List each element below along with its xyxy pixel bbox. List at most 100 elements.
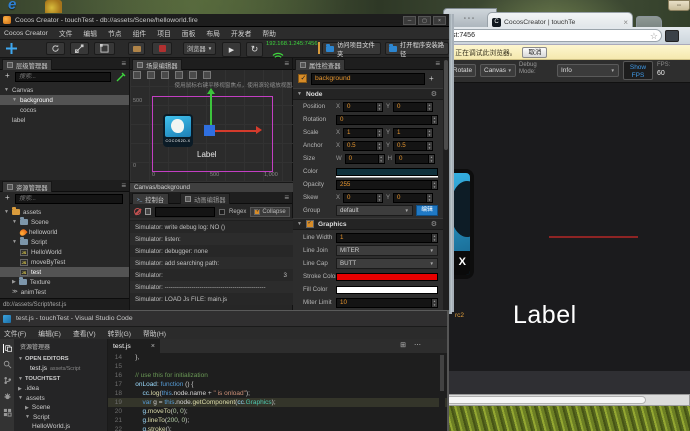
- tree-row[interactable]: HelloWorld.js: [14, 422, 107, 431]
- expand-arrow-icon[interactable]: ▼: [4, 209, 9, 215]
- scale-tool-button[interactable]: [70, 42, 89, 55]
- record-toggle-button[interactable]: [152, 42, 172, 55]
- tab-close-icon[interactable]: ×: [623, 18, 628, 27]
- miter-limit-field[interactable]: 10 ▲ ▼: [336, 297, 438, 308]
- tree-row[interactable]: JS moveByTest: [0, 257, 129, 267]
- expand-arrow-icon[interactable]: ▼: [4, 87, 9, 93]
- cocos-menu-item[interactable]: 节点: [108, 28, 122, 38]
- panel-menu-icon[interactable]: ≡: [284, 193, 289, 202]
- stepper-icon[interactable]: ▲ ▼: [426, 128, 433, 137]
- show-fps-button[interactable]: Show FPS: [623, 61, 653, 80]
- stepper-icon[interactable]: ▲ ▼: [377, 154, 384, 163]
- stepper-icon[interactable]: ▲ ▼: [426, 102, 433, 111]
- skew-x-field[interactable]: 0 ▲ ▼: [343, 192, 384, 203]
- size-h-field[interactable]: 0 ▲ ▼: [395, 153, 436, 164]
- more-actions-icon[interactable]: ⋯: [414, 341, 421, 349]
- gizmo-origin-handle[interactable]: [204, 125, 215, 136]
- collapse-checkbox[interactable]: [254, 208, 260, 215]
- stepper-icon[interactable]: ▲ ▼: [376, 141, 383, 150]
- close-button[interactable]: ×: [433, 16, 446, 25]
- debug-icon[interactable]: [3, 392, 12, 401]
- graphics-section-header[interactable]: ▼ Graphics ⚙: [293, 218, 443, 230]
- extensions-icon[interactable]: [3, 408, 12, 417]
- tree-row[interactable]: ▶ Scene: [14, 403, 107, 413]
- log-row[interactable]: Simulator: add searching path:: [130, 257, 293, 269]
- gizmo-x-axis[interactable]: [214, 130, 256, 132]
- assets-search-input[interactable]: [15, 194, 123, 204]
- regex-checkbox[interactable]: [219, 208, 225, 215]
- panel-menu-icon[interactable]: ≡: [121, 181, 126, 190]
- size-w-field[interactable]: 0 ▲ ▼: [344, 153, 385, 164]
- tree-row[interactable]: ▼ Canvas: [0, 85, 129, 95]
- stepper-icon[interactable]: ▲ ▼: [431, 180, 437, 189]
- tree-row[interactable]: ▶ .idea: [14, 384, 107, 394]
- code-line[interactable]: 16 // use this for initialization: [108, 371, 447, 380]
- log-row[interactable]: Simulator: write debug log: NO (): [130, 221, 293, 233]
- cocos-menu-item[interactable]: 开发者: [231, 28, 251, 38]
- gear-icon[interactable]: ⚙: [431, 90, 437, 98]
- editor-scrollbar[interactable]: [439, 353, 445, 431]
- expand-arrow-icon[interactable]: ▼: [297, 221, 302, 227]
- cocos-menu-item[interactable]: 编辑: [83, 28, 97, 38]
- node-active-checkbox[interactable]: [298, 74, 307, 83]
- opacity-field[interactable]: 255 ▲ ▼: [336, 179, 438, 190]
- refresh-button[interactable]: ↻: [246, 42, 263, 57]
- desktop-icon[interactable]: [45, 0, 62, 13]
- bookmark-star-icon[interactable]: ☆: [650, 30, 658, 42]
- scene-tool-icon[interactable]: [189, 71, 197, 79]
- gear-icon[interactable]: ⚙: [431, 220, 437, 228]
- code-line[interactable]: 18 cc.log(this.node.name + " is onload")…: [108, 389, 447, 398]
- scene-tool-icon[interactable]: [203, 71, 211, 79]
- debug-mode-select[interactable]: Info ▼: [557, 64, 619, 77]
- log-row[interactable]: Simulator: LOAD Js FILE: main.js: [130, 293, 293, 305]
- cocos-menu-item[interactable]: 组件: [133, 28, 147, 38]
- stepper-icon[interactable]: ▲ ▼: [376, 128, 383, 137]
- tree-row[interactable]: cocos: [0, 105, 129, 115]
- scrollbar-thumb[interactable]: [444, 60, 448, 150]
- cocos-menu-item[interactable]: 布局: [206, 28, 220, 38]
- open-project-folder-button[interactable]: 访问项目文件夹: [322, 42, 381, 58]
- tab-assets[interactable]: 资源管理器: [2, 181, 53, 192]
- line-join-dropdown[interactable]: MITER ▼: [336, 245, 438, 256]
- scene-tool-icon[interactable]: [133, 71, 141, 79]
- source-control-icon[interactable]: [3, 376, 12, 385]
- scrollbar-thumb[interactable]: [446, 396, 646, 404]
- vscode-menu-item[interactable]: 文件(F): [4, 328, 26, 338]
- expand-arrow-icon[interactable]: ▼: [25, 414, 30, 420]
- add-node-button[interactable]: +: [5, 71, 10, 80]
- tree-row[interactable]: ≫ animTest: [0, 287, 129, 297]
- project-section[interactable]: ▼ TOUCHTEST: [14, 374, 107, 384]
- tab-animation-editor[interactable]: 动画编辑器: [180, 193, 231, 204]
- anchor-y-field[interactable]: 0.5 ▲ ▼: [393, 140, 434, 151]
- address-bar[interactable]: st:7456 ☆: [446, 29, 662, 42]
- code-line[interactable]: 20 g.moveTo(0, 0);: [108, 407, 447, 416]
- tree-row[interactable]: helloworld: [0, 227, 129, 237]
- expand-arrow-icon[interactable]: ▶: [25, 405, 29, 411]
- cocos-menu-item[interactable]: Cocos Creator: [4, 30, 48, 37]
- log-row[interactable]: Simulator: -----------------------------…: [130, 281, 293, 293]
- minimize-button[interactable]: ─: [403, 16, 416, 25]
- open-editor-item[interactable]: test.js assets/Script: [14, 364, 107, 374]
- cocos-menu-item[interactable]: 面板: [182, 28, 196, 38]
- tree-row[interactable]: ▼ background: [0, 95, 129, 105]
- cancel-button[interactable]: 取消: [522, 46, 548, 58]
- split-editor-icon[interactable]: ⊞: [400, 341, 406, 349]
- vscode-menu-item[interactable]: 编辑(E): [38, 328, 61, 338]
- browser-horizontal-scrollbar[interactable]: [443, 394, 690, 406]
- code-line[interactable]: 19 var g = this.node.getComponent(cc.Gra…: [108, 398, 447, 407]
- anchor-x-field[interactable]: 0.5 ▲ ▼: [343, 140, 384, 151]
- game-canvas[interactable]: X Label rc2: [443, 83, 690, 371]
- code-line[interactable]: 22 g.stroke();: [108, 425, 447, 431]
- log-row[interactable]: Simulator: debugger: none: [130, 245, 293, 257]
- ie-desktop-icon[interactable]: e: [8, 0, 28, 13]
- code-line[interactable]: 21 g.lineTo(200, 0);: [108, 416, 447, 425]
- position-x-field[interactable]: 0 ▲ ▼: [343, 101, 384, 112]
- log-file-icon[interactable]: [145, 208, 151, 215]
- scale-y-field[interactable]: 1 ▲ ▼: [393, 127, 434, 138]
- group-dropdown[interactable]: default ▼: [336, 205, 413, 216]
- tab-scene[interactable]: 场景编辑器: [132, 59, 183, 70]
- vscode-menu-item[interactable]: 转到(G): [108, 328, 131, 338]
- stepper-icon[interactable]: ▲ ▼: [426, 141, 433, 150]
- rotation-field[interactable]: 0 ▲ ▼: [336, 114, 438, 125]
- open-install-path-button[interactable]: 打开程序安装路径: [385, 42, 449, 58]
